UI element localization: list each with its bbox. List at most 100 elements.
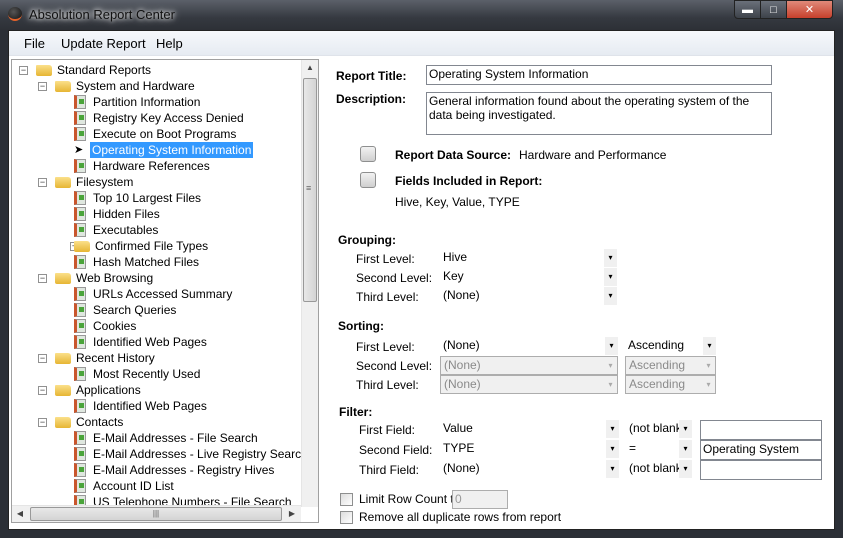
grouping-level-select[interactable]: (None) ▾ [440, 287, 617, 306]
report-icon [74, 319, 86, 333]
tree-item[interactable]: Hash Matched Files [12, 254, 302, 270]
tree-item[interactable]: Search Queries [12, 302, 302, 318]
tree-item[interactable]: E-Mail Addresses - File Search [12, 430, 302, 446]
tree-item[interactable]: Account ID List [12, 478, 302, 494]
filter-field-select-value: TYPE [443, 441, 475, 455]
scroll-up-icon[interactable]: ▲ [302, 60, 318, 76]
tree-item[interactable]: − Web Browsing [12, 270, 302, 286]
report-icon [74, 447, 86, 461]
collapse-icon[interactable]: − [38, 386, 47, 395]
fields-included-label: Fields Included in Report: [395, 174, 543, 188]
menu-update-report[interactable]: Update Report [61, 36, 146, 51]
filter-value-input[interactable] [700, 420, 822, 440]
tree-item[interactable]: Registry Key Access Denied [12, 110, 302, 126]
collapse-icon[interactable]: − [38, 354, 47, 363]
grouping-level-select[interactable]: Hive ▾ [440, 249, 617, 268]
report-icon [74, 431, 86, 445]
dropdown-arrow-icon: ▾ [706, 361, 711, 370]
tree-item-label: Confirmed File Types [95, 239, 209, 253]
tree-item[interactable]: Hardware References [12, 158, 302, 174]
report-icon [74, 255, 86, 269]
filter-operator-select[interactable]: = ▾ [626, 440, 692, 459]
report-tree: − Standard Reports − System and Hardware Par… [11, 59, 319, 523]
report-title-input[interactable]: Operating System Information [426, 65, 772, 85]
filter-field-select[interactable]: Value ▾ [440, 420, 619, 439]
tree-item-label: Hash Matched Files [93, 255, 200, 269]
horizontal-scroll-thumb[interactable]: ||| [30, 507, 282, 521]
report-icon [74, 111, 86, 125]
tree-item[interactable]: Most Recently Used [12, 366, 302, 382]
report-icon [74, 399, 86, 413]
tree-item[interactable]: Identified Web Pages [12, 334, 302, 350]
limit-row-count-spinner[interactable]: 0 [452, 490, 508, 509]
vertical-scroll-thumb[interactable]: ≡ [303, 78, 317, 302]
menu-file[interactable]: File [24, 36, 45, 51]
tree-item-label: Recent History [76, 351, 155, 365]
filter-operator-select-value: (not blank [629, 421, 682, 435]
grip-icon: ≡ [306, 183, 312, 193]
data-source-value: Hardware and Performance [519, 148, 667, 162]
filter-value-input[interactable] [700, 460, 822, 480]
filter-operator-select[interactable]: (not blank ▾ [626, 460, 692, 479]
report-icon [74, 463, 86, 477]
filter-value-input[interactable]: Operating System [700, 440, 822, 460]
filter-field-select[interactable]: TYPE ▾ [440, 440, 619, 459]
tree-item[interactable]: Cookies [12, 318, 302, 334]
sorting-heading: Sorting: [338, 319, 384, 333]
description-label: Description: [336, 92, 407, 106]
grouping-level-select[interactable]: Key ▾ [440, 268, 617, 287]
tree-item[interactable]: − Recent History [12, 350, 302, 366]
sort-order-select[interactable]: Ascending ▾ [625, 337, 716, 356]
tree-item[interactable]: URLs Accessed Summary [12, 286, 302, 302]
sorting-level-label: First Level: [356, 340, 415, 354]
sort-order-select-value: Ascending [629, 358, 686, 372]
report-icon [74, 287, 86, 301]
close-button[interactable]: ✕ [786, 0, 833, 19]
collapse-icon[interactable]: − [38, 418, 47, 427]
tree-item-label: Identified Web Pages [93, 335, 207, 349]
description-input[interactable]: General information found about the oper… [426, 92, 772, 135]
tree-item[interactable]: Top 10 Largest Files [12, 190, 302, 206]
filter-field-select-value: (None) [443, 461, 480, 475]
filter-field-select[interactable]: (None) ▾ [440, 460, 619, 479]
remove-duplicates-checkbox[interactable] [340, 511, 353, 524]
collapse-icon[interactable]: − [38, 178, 47, 187]
collapse-icon[interactable]: − [38, 274, 47, 283]
grouping-level-label: First Level: [356, 252, 415, 266]
tree-item[interactable]: ➤ Operating System Information [12, 142, 302, 158]
tree-item[interactable]: − System and Hardware [12, 78, 302, 94]
dropdown-arrow-icon: ▾ [608, 361, 613, 370]
tree-item-label: Contacts [76, 415, 124, 429]
tree-item[interactable]: E-Mail Addresses - Registry Hives [12, 462, 302, 478]
tree-item[interactable]: Identified Web Pages [12, 398, 302, 414]
tree-item[interactable]: − Filesystem [12, 174, 302, 190]
tree-item-label: Execute on Boot Programs [93, 127, 237, 141]
menu-help[interactable]: Help [156, 36, 183, 51]
tree-item[interactable]: − Standard Reports [12, 62, 302, 78]
tree-item[interactable]: Hidden Files [12, 206, 302, 222]
limit-row-count-checkbox[interactable] [340, 493, 353, 506]
scroll-left-icon[interactable]: ◀ [12, 506, 28, 522]
current-report-arrow-icon: ➤ [74, 144, 84, 156]
tree-item[interactable]: Executables [12, 222, 302, 238]
filter-operator-select[interactable]: (not blank ▾ [626, 420, 692, 439]
scroll-right-icon[interactable]: ▶ [284, 506, 300, 522]
sorting-field-select[interactable]: (None) ▾ [440, 337, 618, 356]
tree-item[interactable]: Execute on Boot Programs [12, 126, 302, 142]
fields-included-toggle[interactable] [360, 172, 376, 188]
tree-item[interactable]: − Applications [12, 382, 302, 398]
tree-item[interactable]: +Confirmed File Types [12, 238, 302, 254]
collapse-icon[interactable]: − [19, 66, 28, 75]
maximize-button[interactable]: □ [760, 0, 787, 19]
tree-item[interactable]: E-Mail Addresses - Live Registry Search [12, 446, 308, 462]
minimize-button[interactable]: ▬ [734, 0, 761, 19]
tree-item[interactable]: Partition Information [12, 94, 302, 110]
horizontal-scrollbar[interactable]: ◀ ||| ▶ [12, 505, 301, 522]
tree-item[interactable]: − Contacts [12, 414, 302, 430]
tree-item-label: Operating System Information [90, 142, 254, 158]
main-window: File Update Report Help − Standard Report… [8, 30, 835, 530]
data-source-toggle[interactable] [360, 146, 376, 162]
vertical-scrollbar[interactable]: ▲ ≡ [301, 60, 318, 507]
collapse-icon[interactable]: − [38, 82, 47, 91]
dropdown-arrow-icon: ▾ [679, 420, 692, 438]
